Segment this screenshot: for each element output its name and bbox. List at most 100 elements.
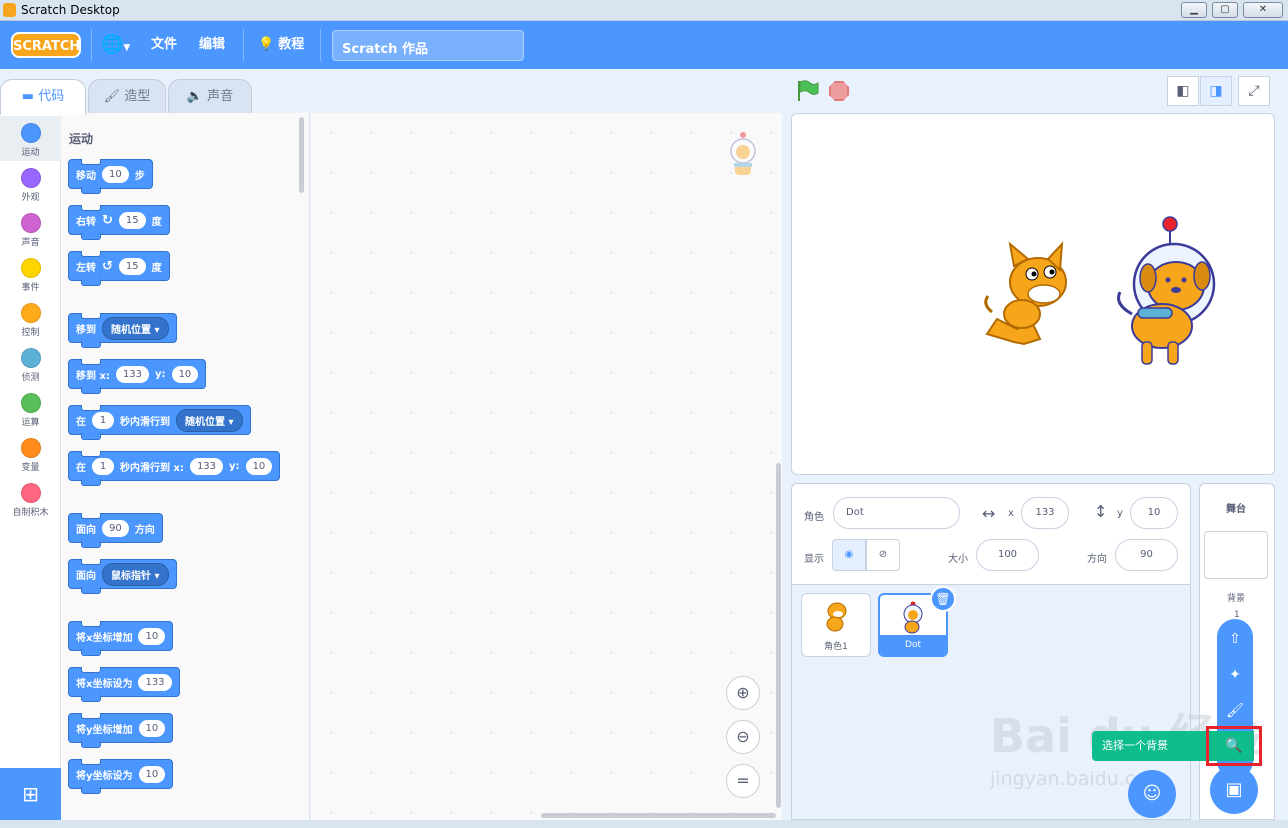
y-label: y bbox=[1117, 508, 1123, 519]
zoom-in-button[interactable]: ⊕ bbox=[726, 676, 760, 710]
surprise-backdrop-button[interactable]: ✦ bbox=[1217, 657, 1253, 693]
block-turn-right[interactable]: 右转 ↻ 15 度 bbox=[68, 205, 170, 240]
move-steps-input[interactable]: 10 bbox=[102, 165, 129, 183]
goto-y-input[interactable]: 10 bbox=[171, 365, 199, 383]
category-control[interactable]: 控制 bbox=[0, 296, 61, 341]
tab-costumes-label: 造型 bbox=[124, 89, 151, 104]
workspace-vertical-scrollbar[interactable] bbox=[776, 463, 781, 808]
file-menu[interactable]: 文件 bbox=[151, 21, 177, 69]
sprite-name-input[interactable]: Dot bbox=[833, 497, 960, 529]
lightbulb-icon: 💡 bbox=[258, 37, 275, 52]
stage-thumbnail[interactable] bbox=[1204, 531, 1268, 579]
block-turn-left[interactable]: 左转 ↺ 15 度 bbox=[68, 251, 170, 286]
stop-button[interactable] bbox=[829, 81, 849, 101]
highlight-box bbox=[1206, 726, 1262, 766]
tab-costumes[interactable]: 🖌 造型 bbox=[88, 79, 166, 115]
close-button[interactable]: ✕ bbox=[1243, 2, 1283, 18]
maximize-button[interactable]: ▢ bbox=[1212, 2, 1238, 18]
glide-dropdown[interactable]: 随机位置 ▾ bbox=[176, 408, 243, 432]
green-flag-button[interactable] bbox=[796, 80, 820, 102]
set-y-input[interactable]: 10 bbox=[138, 765, 166, 783]
block-goto[interactable]: 移到 随机位置 ▾ bbox=[68, 313, 177, 348]
upload-backdrop-button[interactable]: ⇧ bbox=[1217, 621, 1253, 657]
category-variables[interactable]: 变量 bbox=[0, 431, 61, 476]
show-visible-button[interactable]: ◉ bbox=[832, 539, 866, 571]
change-x-input[interactable]: 10 bbox=[138, 627, 166, 645]
normal-stage-button[interactable]: ◨ bbox=[1200, 76, 1232, 106]
set-x-input[interactable]: 133 bbox=[138, 673, 172, 691]
delete-sprite-button[interactable]: 🗑 bbox=[930, 586, 956, 612]
category-motion[interactable]: 运动 bbox=[0, 116, 61, 161]
glide-xy-secs-input[interactable]: 1 bbox=[92, 457, 114, 475]
turn-right-input[interactable]: 15 bbox=[118, 211, 146, 229]
menu-separator bbox=[243, 29, 244, 61]
show-hidden-button[interactable]: ⊘ bbox=[866, 539, 900, 571]
zoom-reset-button[interactable]: = bbox=[726, 764, 760, 798]
project-title-input[interactable]: Scratch 作品 bbox=[332, 30, 524, 61]
choose-sprite-button[interactable]: ☺ bbox=[1128, 770, 1176, 818]
stage-sprites bbox=[984, 216, 1216, 365]
brush-icon: 🖌 bbox=[103, 89, 125, 104]
fullscreen-icon: ⤢ bbox=[1248, 83, 1260, 99]
block-change-y[interactable]: 将y坐标增加 10 bbox=[68, 713, 174, 748]
direction-input[interactable]: 90 bbox=[102, 519, 129, 537]
glide-y-input[interactable]: 10 bbox=[245, 457, 273, 475]
point-towards-dropdown[interactable]: 鼠标指针 ▾ bbox=[102, 562, 169, 586]
x-input[interactable]: 133 bbox=[1021, 497, 1069, 529]
block-move-steps[interactable]: 移动 10 步 bbox=[68, 159, 153, 194]
block-change-x[interactable]: 将x坐标增加 10 bbox=[68, 621, 174, 656]
minimize-button[interactable]: ▁ bbox=[1181, 2, 1207, 18]
category-looks[interactable]: 外观 bbox=[0, 161, 61, 206]
goto-x-input[interactable]: 133 bbox=[115, 365, 150, 383]
choose-backdrop-button[interactable]: ▣ bbox=[1210, 766, 1258, 814]
zoom-out-button[interactable]: ⊖ bbox=[726, 720, 760, 754]
fullscreen-button[interactable]: ⤢ bbox=[1238, 76, 1270, 106]
category-sound[interactable]: 声音 bbox=[0, 206, 61, 251]
paint-backdrop-button[interactable]: 🖌 bbox=[1217, 693, 1253, 729]
tab-code[interactable]: ▬ 代码 bbox=[0, 79, 86, 115]
direction-input-field[interactable]: 90 bbox=[1115, 539, 1178, 571]
block-glide-to[interactable]: 在 1 秒内滑行到 随机位置 ▾ bbox=[68, 405, 251, 440]
category-events[interactable]: 事件 bbox=[0, 251, 61, 296]
change-y-input[interactable]: 10 bbox=[138, 719, 166, 737]
add-extension-icon: ⊞ bbox=[22, 782, 39, 806]
glide-secs-input[interactable]: 1 bbox=[92, 411, 114, 429]
tutorials-menu[interactable]: 💡 教程 bbox=[258, 21, 304, 69]
small-stage-button[interactable]: ◧ bbox=[1167, 76, 1199, 106]
block-palette: 运动 移动 10 步 右转 ↻ 15 度 左转 ↺ 15 度 移到 随机位置 ▾ 移到 x: 133… bbox=[61, 113, 310, 820]
add-extension-button[interactable]: ⊞ bbox=[0, 768, 61, 820]
category-operators[interactable]: 运算 bbox=[0, 386, 61, 431]
language-menu[interactable]: 🌐▼ bbox=[101, 21, 130, 69]
turn-left-input[interactable]: 15 bbox=[118, 257, 146, 275]
block-point-direction[interactable]: 面向 90 方向 bbox=[68, 513, 163, 548]
glide-x-input[interactable]: 133 bbox=[189, 457, 224, 475]
menu-bar: SCRATCH 🌐▼ 文件 编辑 💡 教程 Scratch 作品 bbox=[0, 21, 1288, 69]
palette-scrollbar[interactable] bbox=[299, 117, 304, 193]
block-set-x[interactable]: 将x坐标设为 133 bbox=[68, 667, 180, 702]
app-icon bbox=[3, 3, 16, 17]
eye-slash-icon: ⊘ bbox=[878, 549, 888, 560]
tab-sounds[interactable]: 🔈 声音 bbox=[168, 79, 252, 115]
code-workspace[interactable]: ⊕ ⊖ = bbox=[311, 113, 782, 820]
block-glide-xy[interactable]: 在 1 秒内滑行到 x: 133 y: 10 bbox=[68, 451, 281, 486]
edit-menu[interactable]: 编辑 bbox=[199, 21, 225, 69]
category-my-blocks[interactable]: 自制积木 bbox=[0, 476, 61, 521]
sprite-thumb-cat[interactable]: 角色1 bbox=[801, 593, 871, 657]
cat-thumbnail bbox=[826, 602, 847, 632]
stage-canvas[interactable] bbox=[791, 113, 1275, 475]
tutorials-label: 教程 bbox=[278, 37, 305, 52]
goto-dropdown[interactable]: 随机位置 ▾ bbox=[102, 316, 169, 340]
block-set-y[interactable]: 将y坐标设为 10 bbox=[68, 759, 174, 794]
workspace-horizontal-scrollbar[interactable] bbox=[541, 813, 776, 818]
size-input[interactable]: 100 bbox=[976, 539, 1039, 571]
sprite-info-panel: 角色 Dot ↔ x 133 ↕ y 10 显示 ◉ ⊘ 大小 100 方向 9… bbox=[791, 483, 1191, 585]
block-point-towards[interactable]: 面向 鼠标指针 ▾ bbox=[68, 559, 177, 594]
y-input[interactable]: 10 bbox=[1130, 497, 1178, 529]
globe-icon: 🌐 bbox=[101, 34, 124, 55]
cat-sprite bbox=[984, 241, 1067, 346]
x-label: x bbox=[1008, 508, 1014, 519]
category-sensing[interactable]: 侦测 bbox=[0, 341, 61, 386]
cat-add-icon: ☺ bbox=[1142, 783, 1162, 804]
scratch-logo[interactable]: SCRATCH bbox=[11, 32, 81, 58]
block-goto-xy[interactable]: 移到 x: 133 y: 10 bbox=[68, 359, 207, 394]
